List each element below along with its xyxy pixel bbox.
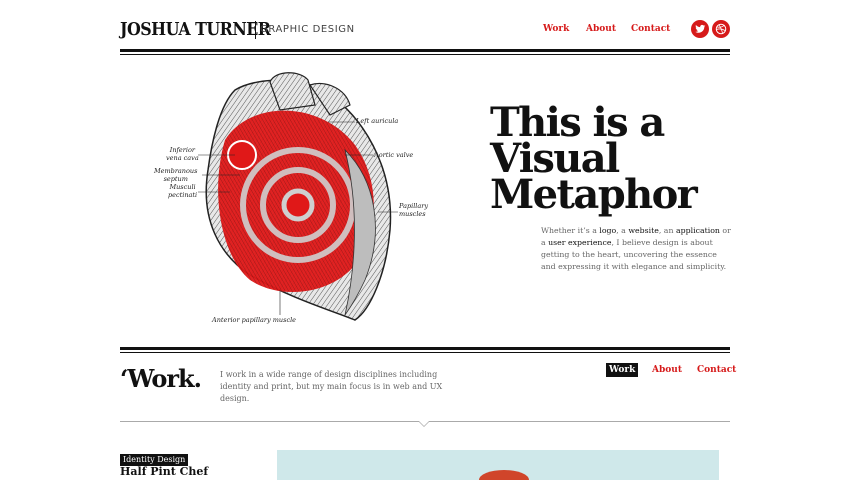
- label-inferior-vena-cava: Inferior vena cava: [166, 146, 199, 162]
- work-rule-thick: [120, 347, 730, 350]
- work-heading: ‘Work.: [120, 364, 202, 393]
- logo-divider: [255, 21, 256, 39]
- hero-keyword-application: application: [675, 226, 720, 235]
- dribbble-ball-icon: [715, 23, 727, 35]
- label-papillary-muscles: Papillary muscles: [399, 202, 429, 218]
- twitter-bird-icon: [695, 24, 706, 33]
- heart-illustration: Left auricula Inferior vena cava Aortic …: [140, 70, 430, 330]
- nav-about-link[interactable]: About: [586, 23, 616, 35]
- hero-keyword-logo: logo: [599, 226, 617, 235]
- hero-copy-text: , an: [658, 226, 676, 235]
- section-nav-contact-link[interactable]: Contact: [697, 364, 736, 376]
- twitter-button[interactable]: [691, 20, 709, 38]
- nav-work-link[interactable]: Work: [543, 23, 569, 35]
- dribbble-button[interactable]: [712, 20, 730, 38]
- hero-copy-text: Whether it’s a: [541, 226, 600, 235]
- nav-contact-link[interactable]: Contact: [631, 23, 670, 35]
- preview-logo-shape: [479, 470, 529, 480]
- site-logo-name[interactable]: JOSHUA TURNER: [120, 18, 271, 42]
- label-membranous-septum: Membranous septum: [154, 167, 198, 183]
- project-preview-image[interactable]: [277, 450, 719, 480]
- hero-title-line-3: Metaphor: [490, 171, 698, 218]
- label-musculi-pectinati: Musculi pectinati: [168, 183, 198, 199]
- label-anterior-papillary-muscle: Anterior papillary muscle: [212, 316, 297, 324]
- hero-title: This is a Visual Metaphor: [490, 103, 740, 218]
- hero-description: Whether it’s a logo, a website, an appli…: [541, 225, 731, 273]
- section-nav-work-link[interactable]: Work: [606, 363, 639, 377]
- hero-copy-text: , a: [616, 226, 629, 235]
- work-description: I work in a wide range of design discipl…: [220, 370, 443, 403]
- work-rule-thin: [120, 352, 730, 353]
- header-rule-thin: [120, 54, 730, 55]
- project-title[interactable]: Half Pint Chef: [120, 465, 208, 479]
- anatomical-heart-image: [198, 72, 398, 321]
- divider-arrow-inner: [419, 421, 429, 426]
- hero-keyword-website: website: [628, 226, 659, 235]
- site-logo-subtitle: GRAPHIC DESIGN: [260, 24, 355, 35]
- label-left-auricula: Left auricula: [356, 117, 399, 125]
- section-nav-about-link[interactable]: About: [652, 364, 682, 376]
- label-aortic-valve: Aortic valve: [374, 151, 414, 159]
- hero-keyword-user-experience: user experience: [548, 238, 612, 247]
- header-rule-thick: [120, 49, 730, 52]
